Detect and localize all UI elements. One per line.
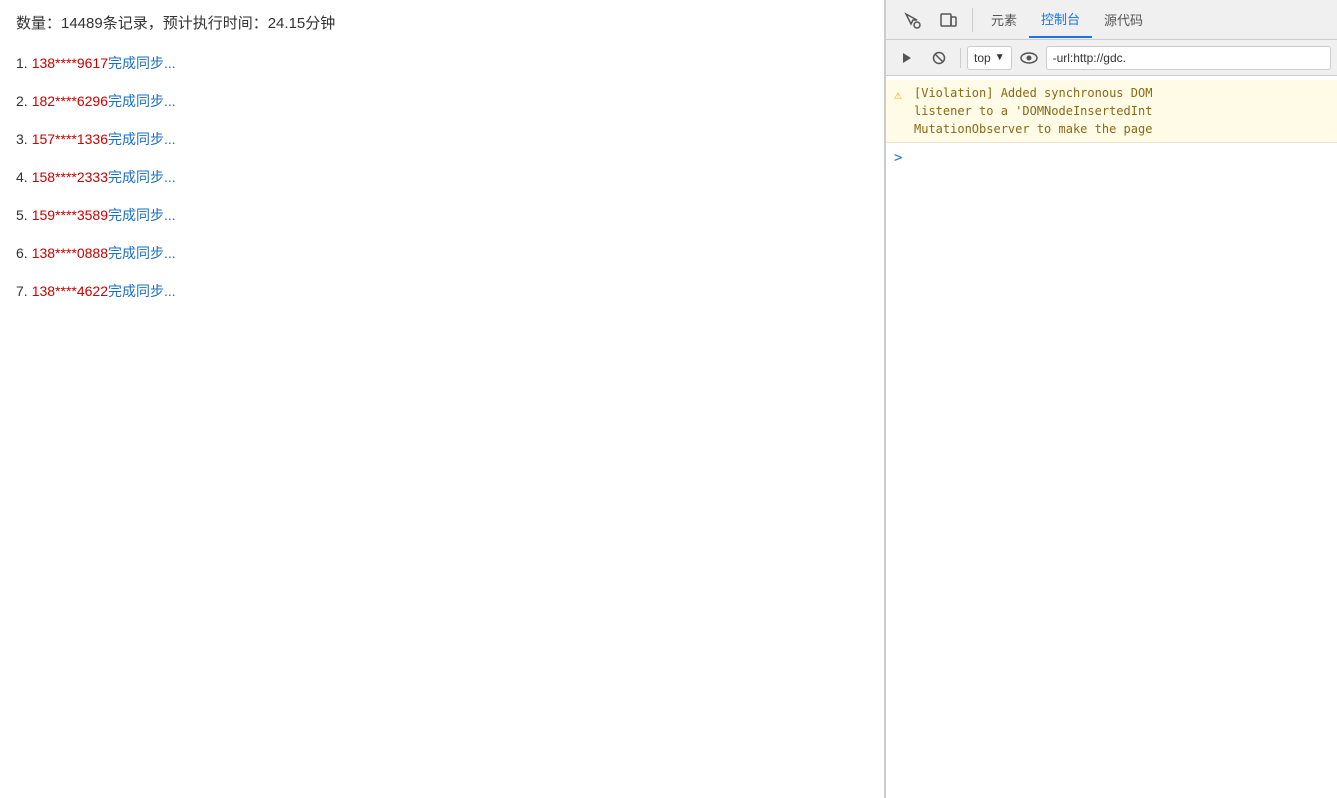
sync-item-number: 4. (16, 169, 28, 185)
sync-item-status: 完成同步... (108, 167, 176, 187)
eye-icon[interactable] (1014, 44, 1044, 72)
sync-item-status: 完成同步... (108, 129, 176, 149)
sync-item-number: 7. (16, 283, 28, 299)
devtools-tab-bar: 元素 控制台 源代码 (886, 0, 1337, 40)
sync-item-status: 完成同步... (108, 243, 176, 263)
sync-item-number: 5. (16, 207, 28, 223)
run-icon[interactable] (892, 44, 922, 72)
tab-console[interactable]: 控制台 (1029, 2, 1092, 38)
sync-item-phone: 138****4622 (32, 283, 108, 299)
sync-item: 7.138****4622完成同步... (16, 281, 868, 301)
sync-item: 3.157****1336完成同步... (16, 129, 868, 149)
sync-item: 6.138****0888完成同步... (16, 243, 868, 263)
console-content: ⚠ [Violation] Added synchronous DOMliste… (886, 76, 1337, 798)
inspect-icon[interactable] (894, 2, 930, 38)
sync-item-phone: 138****0888 (32, 245, 108, 261)
device-toggle-icon[interactable] (930, 2, 966, 38)
sync-item: 5.159****3589完成同步... (16, 205, 868, 225)
console-filter-input[interactable] (1046, 46, 1331, 70)
sync-item-status: 完成同步... (108, 281, 176, 301)
sync-item-status: 完成同步... (108, 205, 176, 225)
context-selector[interactable]: top ▼ (967, 46, 1012, 70)
sync-item-phone: 138****9617 (32, 55, 108, 71)
stop-icon[interactable] (924, 44, 954, 72)
sync-item-phone: 158****2333 (32, 169, 108, 185)
console-prompt-row: > (886, 143, 1337, 172)
chevron-down-icon: ▼ (995, 52, 1005, 63)
sync-item-status: 完成同步... (108, 53, 176, 73)
tab-elements[interactable]: 元素 (979, 2, 1029, 38)
sync-item-phone: 157****1336 (32, 131, 108, 147)
console-violation-message: ⚠ [Violation] Added synchronous DOMliste… (886, 80, 1337, 143)
sync-item: 4.158****2333完成同步... (16, 167, 868, 187)
sync-item-number: 6. (16, 245, 28, 261)
sync-list: 1.138****9617完成同步...2.182****6296完成同步...… (16, 53, 868, 301)
console-toolbar: top ▼ (886, 40, 1337, 76)
sync-item: 1.138****9617完成同步... (16, 53, 868, 73)
warning-icon: ⚠ (894, 86, 902, 106)
status-text: 数量：14489条记录，预计执行时间：24.15分钟 (16, 12, 868, 33)
prompt-arrow-icon[interactable]: > (894, 150, 902, 166)
tab-sources[interactable]: 源代码 (1092, 2, 1155, 38)
toolbar-sep-1 (960, 48, 961, 68)
sync-item: 2.182****6296完成同步... (16, 91, 868, 111)
sync-item-phone: 159****3589 (32, 207, 108, 223)
left-panel: 数量：14489条记录，预计执行时间：24.15分钟 1.138****9617… (0, 0, 884, 798)
sync-item-number: 2. (16, 93, 28, 109)
devtools-panel: 元素 控制台 源代码 top ▼ (885, 0, 1337, 798)
tab-separator-1 (972, 8, 973, 32)
sync-item-number: 1. (16, 55, 28, 71)
sync-item-number: 3. (16, 131, 28, 147)
sync-item-phone: 182****6296 (32, 93, 108, 109)
sync-item-status: 完成同步... (108, 91, 176, 111)
